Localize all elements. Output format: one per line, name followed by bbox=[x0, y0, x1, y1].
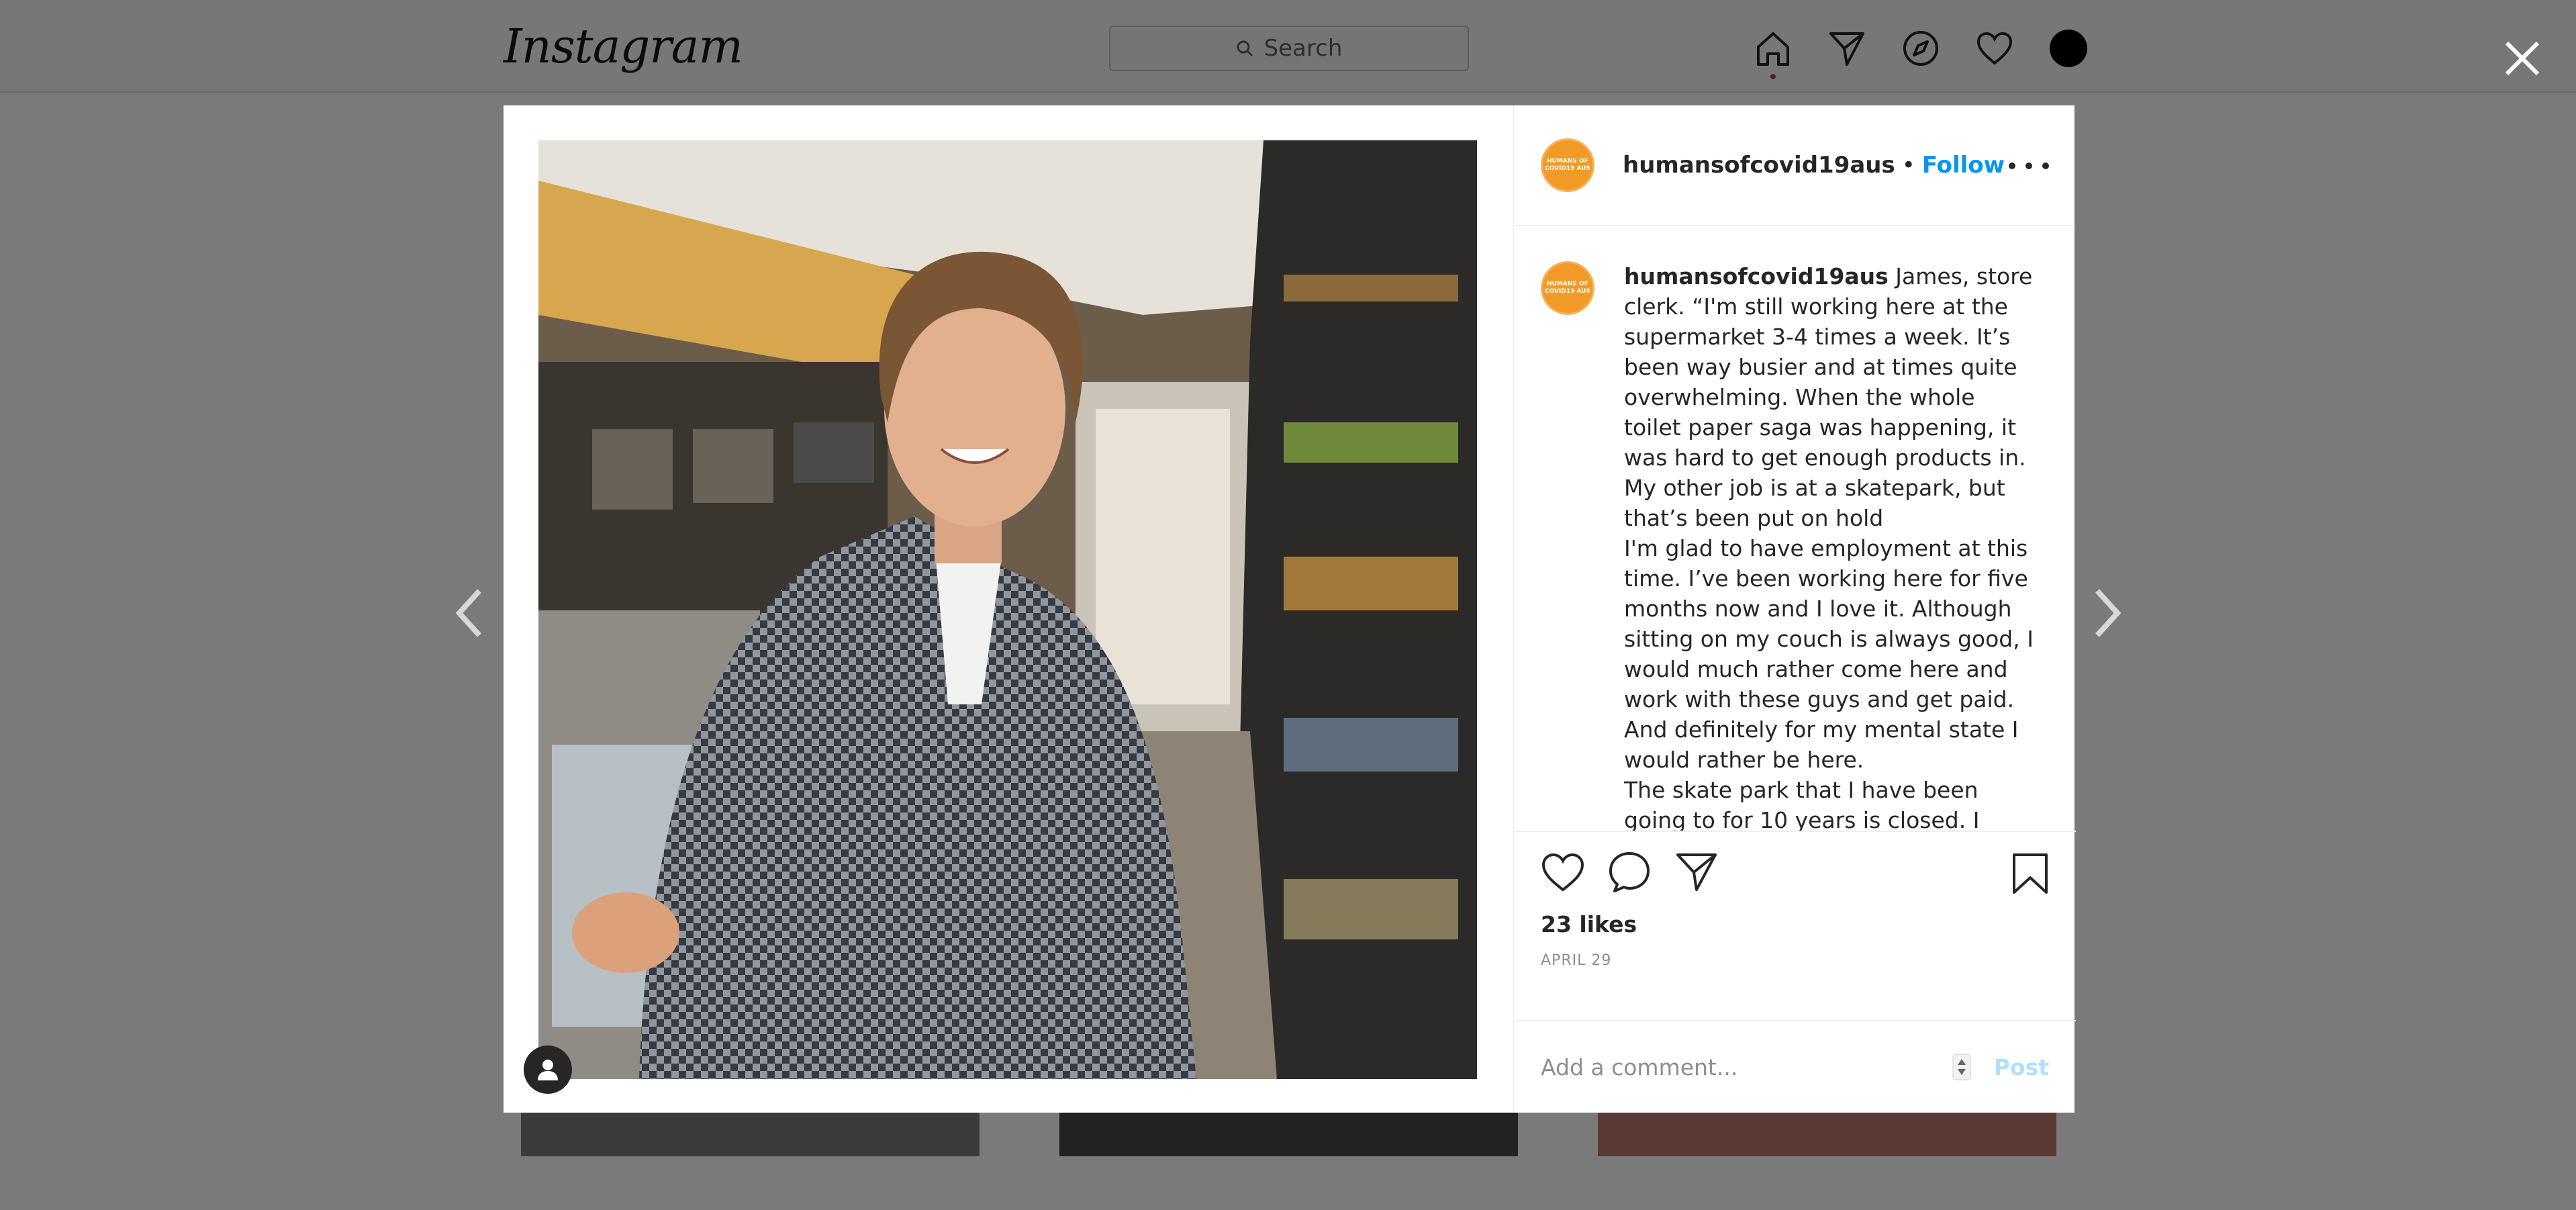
comment-box: Post bbox=[1514, 1020, 2076, 1113]
caption-username[interactable]: humansofcovid19aus bbox=[1624, 263, 1889, 289]
like-heart-icon[interactable] bbox=[1541, 849, 1608, 896]
caption-comment: HUMANS OF COVID19 AUS humansofcovid19aus… bbox=[1541, 261, 2049, 831]
tagged-people-button[interactable] bbox=[524, 1045, 572, 1094]
post-actions: 23 likes APRIL 29 bbox=[1514, 831, 2076, 992]
follow-button[interactable]: Follow bbox=[1922, 152, 2005, 179]
person-icon bbox=[538, 1060, 558, 1080]
background-post-thumbnail bbox=[1059, 1108, 1518, 1156]
caption-paragraph-1: James, store clerk. “I'm still working h… bbox=[1624, 263, 2033, 531]
background-post-thumbnail bbox=[521, 1108, 980, 1156]
top-navigation: Instagram Search bbox=[0, 0, 2576, 93]
share-direct-icon[interactable] bbox=[1675, 849, 1742, 896]
search-placeholder: Search bbox=[1263, 35, 1343, 62]
post-media bbox=[504, 105, 1513, 1113]
activity-heart-icon[interactable] bbox=[1958, 27, 2032, 70]
caption-area: HUMANS OF COVID19 AUS humansofcovid19aus… bbox=[1514, 226, 2076, 831]
resize-handle-icon[interactable] bbox=[1952, 1054, 1971, 1080]
explore-icon[interactable] bbox=[1884, 27, 1958, 70]
caption-author-avatar[interactable]: HUMANS OF COVID19 AUS bbox=[1541, 261, 1594, 315]
avatar-logo-text: HUMANS OF COVID19 AUS bbox=[1545, 158, 1590, 172]
author-username[interactable]: humansofcovid19aus bbox=[1623, 152, 1895, 179]
separator-dot: • bbox=[1901, 152, 1915, 179]
caption-paragraph-2: I'm glad to have employment at this time… bbox=[1624, 535, 2034, 773]
background-post-thumbnail bbox=[1598, 1108, 2056, 1156]
caption-text: humansofcovid19aus James, store clerk. “… bbox=[1624, 261, 2034, 831]
post-comment-button[interactable]: Post bbox=[1994, 1054, 2049, 1080]
comment-input[interactable] bbox=[1541, 1054, 1952, 1080]
post-modal: HUMANS OF COVID19 AUS humansofcovid19aus… bbox=[504, 105, 2076, 1113]
bookmark-icon[interactable] bbox=[2011, 852, 2049, 898]
active-indicator bbox=[1770, 74, 1776, 79]
more-options-icon[interactable] bbox=[2009, 152, 2049, 179]
search-icon bbox=[1237, 40, 1253, 57]
home-icon[interactable] bbox=[1736, 27, 1810, 79]
search-box[interactable]: Search bbox=[1109, 26, 1469, 71]
previous-post-icon[interactable] bbox=[450, 583, 490, 643]
instagram-logo[interactable]: Instagram bbox=[504, 19, 743, 74]
likes-count[interactable]: 23 likes bbox=[1541, 911, 2049, 937]
avatar-logo-text: HUMANS OF COVID19 AUS bbox=[1545, 281, 1590, 295]
post-sidebar: HUMANS OF COVID19 AUS humansofcovid19aus… bbox=[1513, 105, 2076, 1113]
direct-message-icon[interactable] bbox=[1810, 27, 1884, 70]
comment-bubble-icon[interactable] bbox=[1608, 849, 1675, 896]
next-post-icon[interactable] bbox=[2087, 583, 2127, 643]
author-avatar[interactable]: HUMANS OF COVID19 AUS bbox=[1541, 138, 1594, 192]
profile-avatar-icon[interactable] bbox=[2032, 27, 2105, 70]
nav-icons bbox=[1736, 27, 2105, 79]
post-photo[interactable] bbox=[538, 140, 1477, 1079]
caption-paragraph-3: The skate park that I have been going to… bbox=[1624, 777, 1980, 831]
post-header: HUMANS OF COVID19 AUS humansofcovid19aus… bbox=[1514, 105, 2074, 226]
close-icon[interactable] bbox=[2499, 35, 2546, 82]
photo-illustration bbox=[538, 140, 1477, 1079]
post-date: APRIL 29 bbox=[1541, 952, 1612, 969]
